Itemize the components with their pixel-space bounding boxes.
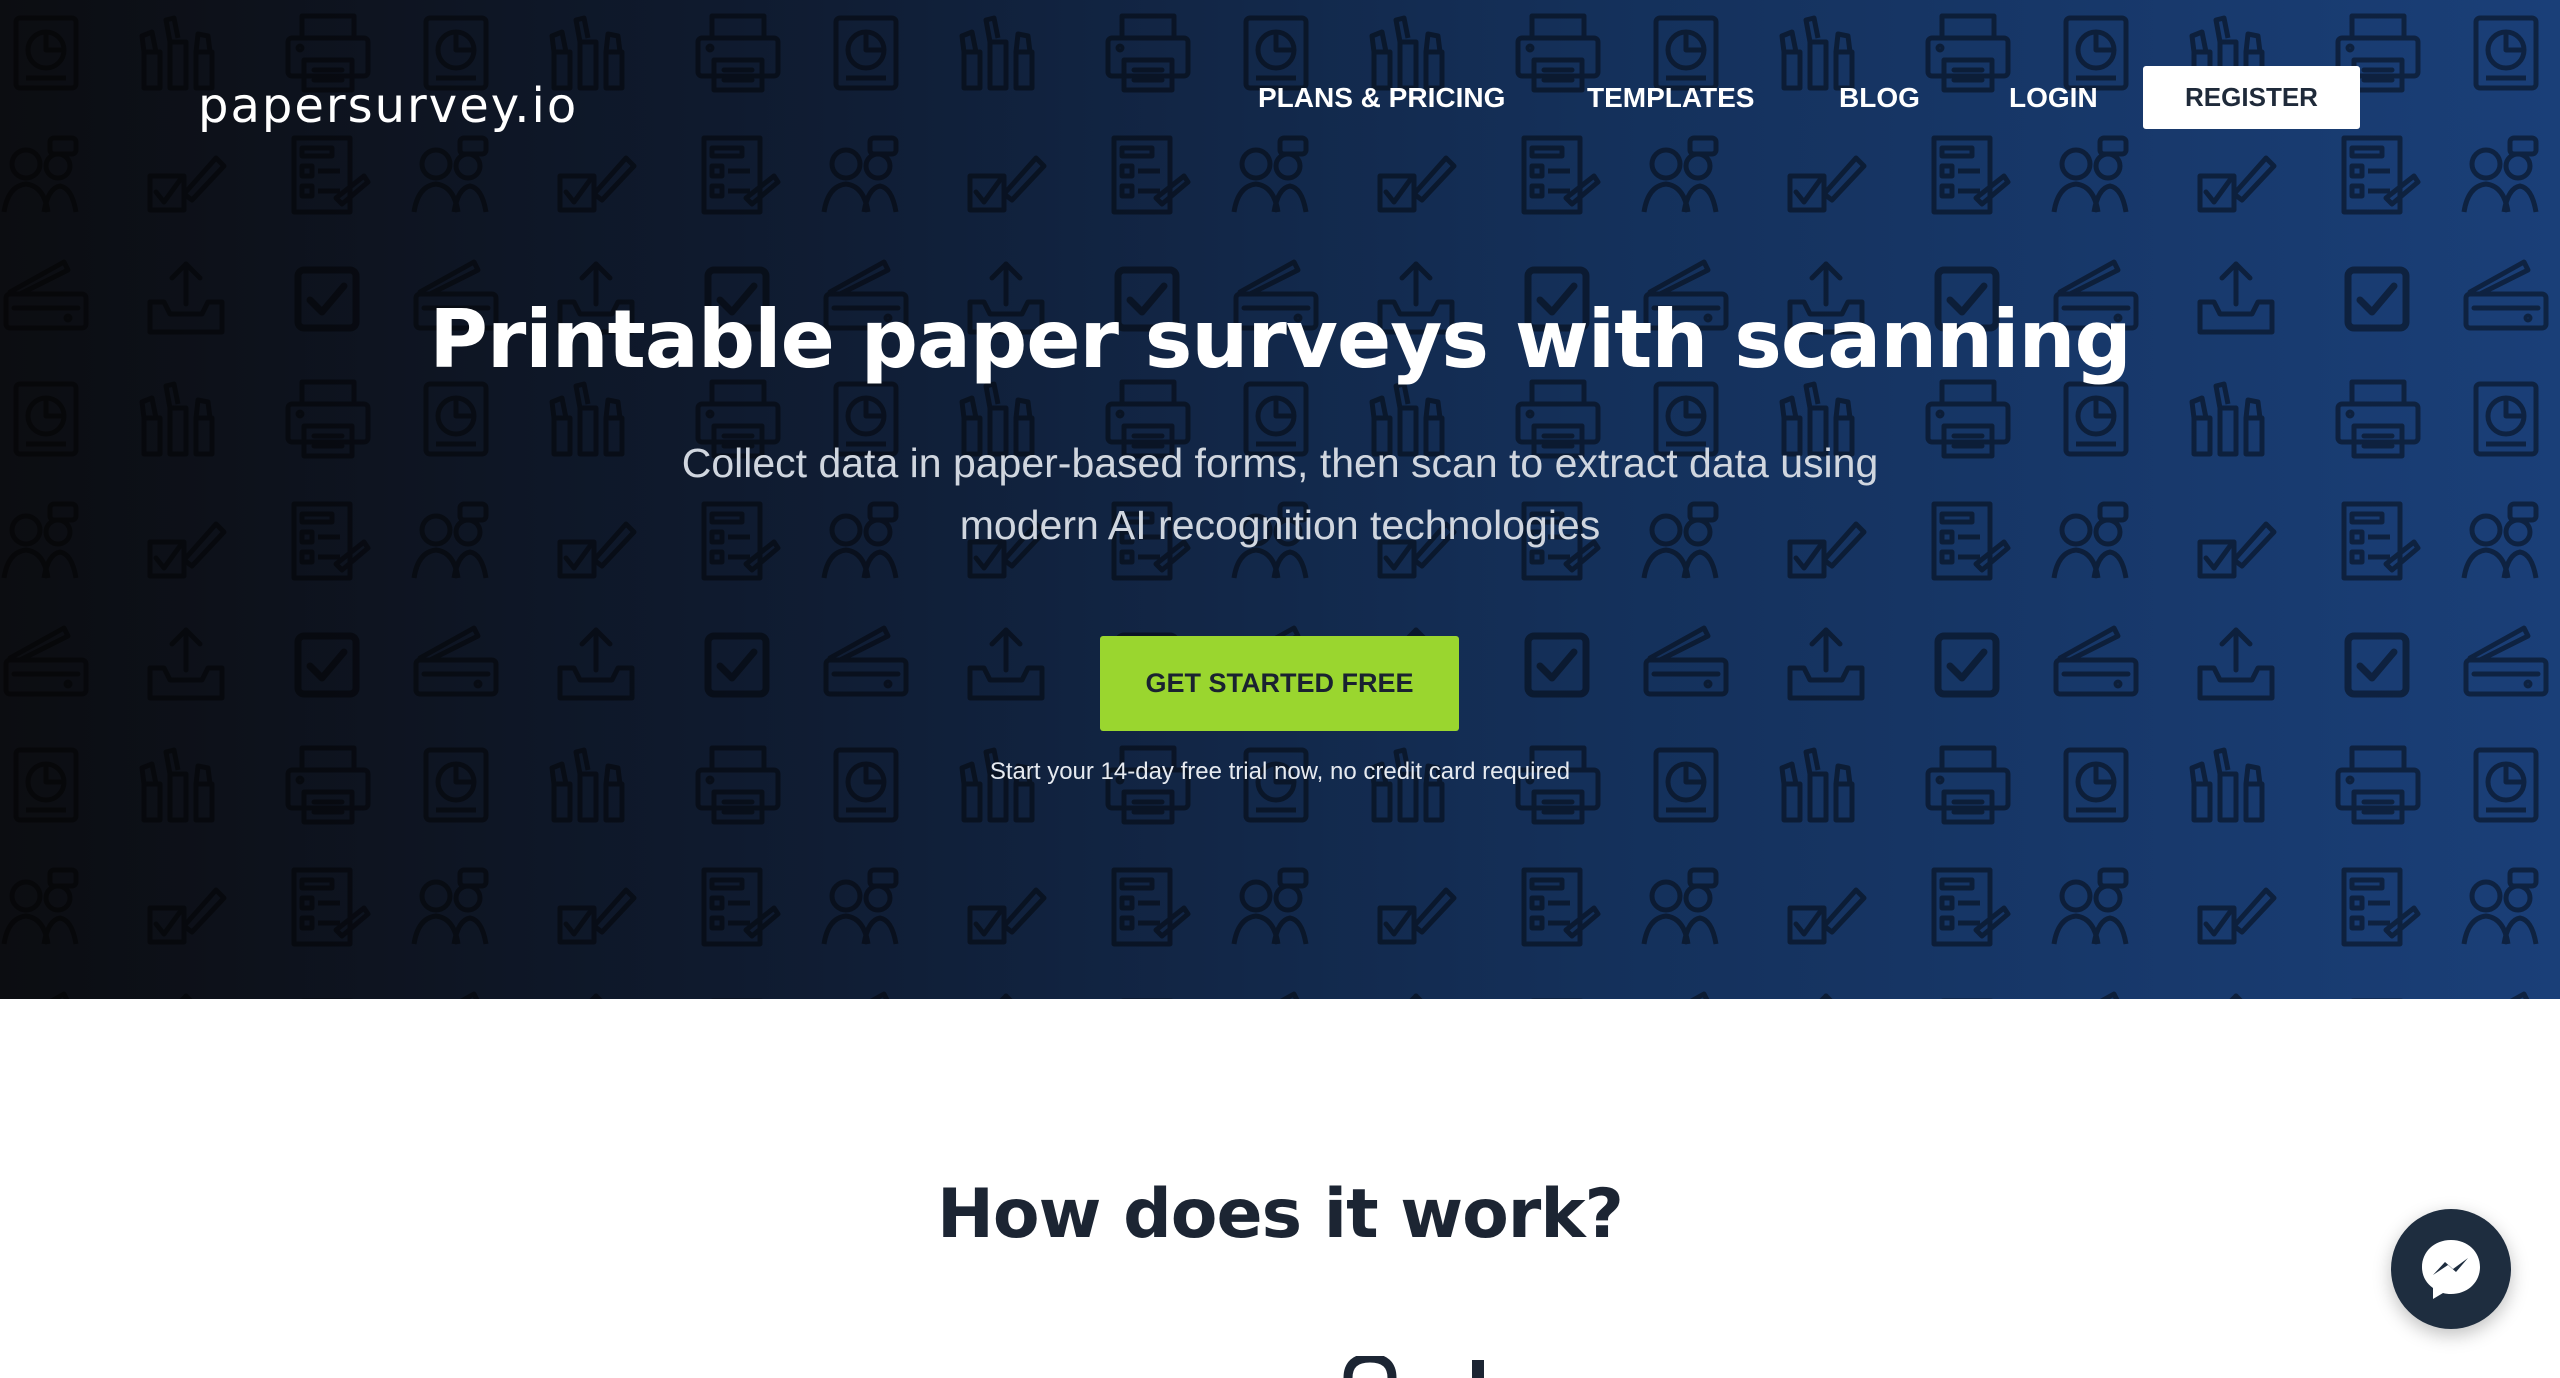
brand-logo[interactable]: papersurvey.io <box>198 74 578 138</box>
messenger-chat-button[interactable] <box>2391 1209 2511 1329</box>
hero-section: papersurvey.io PLANS & PRICING TEMPLATES… <box>0 0 2560 999</box>
section-title: How does it work? <box>936 1175 1624 1254</box>
truncated-heading-glyphs <box>1340 1356 1500 1378</box>
nav-blog[interactable]: BLOG <box>1839 80 1920 116</box>
register-button[interactable]: REGISTER <box>2143 66 2360 129</box>
trial-note: Start your 14-day free trial now, no cre… <box>989 758 1571 785</box>
messenger-icon <box>2422 1240 2480 1299</box>
hero-subtitle: Collect data in paper-based forms, then … <box>681 440 1879 548</box>
hero-title: Printable paper surveys with scanning <box>429 293 2132 386</box>
get-started-button[interactable]: GET STARTED FREE <box>1100 636 1459 731</box>
nav-templates[interactable]: TEMPLATES <box>1587 80 1754 116</box>
nav-plans-pricing[interactable]: PLANS & PRICING <box>1258 80 1505 116</box>
nav-login[interactable]: LOGIN <box>2009 80 2098 116</box>
